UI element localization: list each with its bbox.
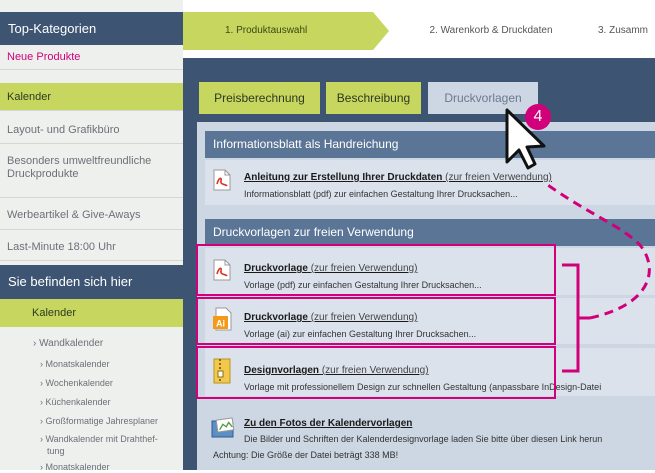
step-number-badge: 4 [525,104,551,130]
grouping-bracket [562,263,590,373]
annotation-overlay [505,108,651,373]
dashed-callout-line [544,181,651,320]
